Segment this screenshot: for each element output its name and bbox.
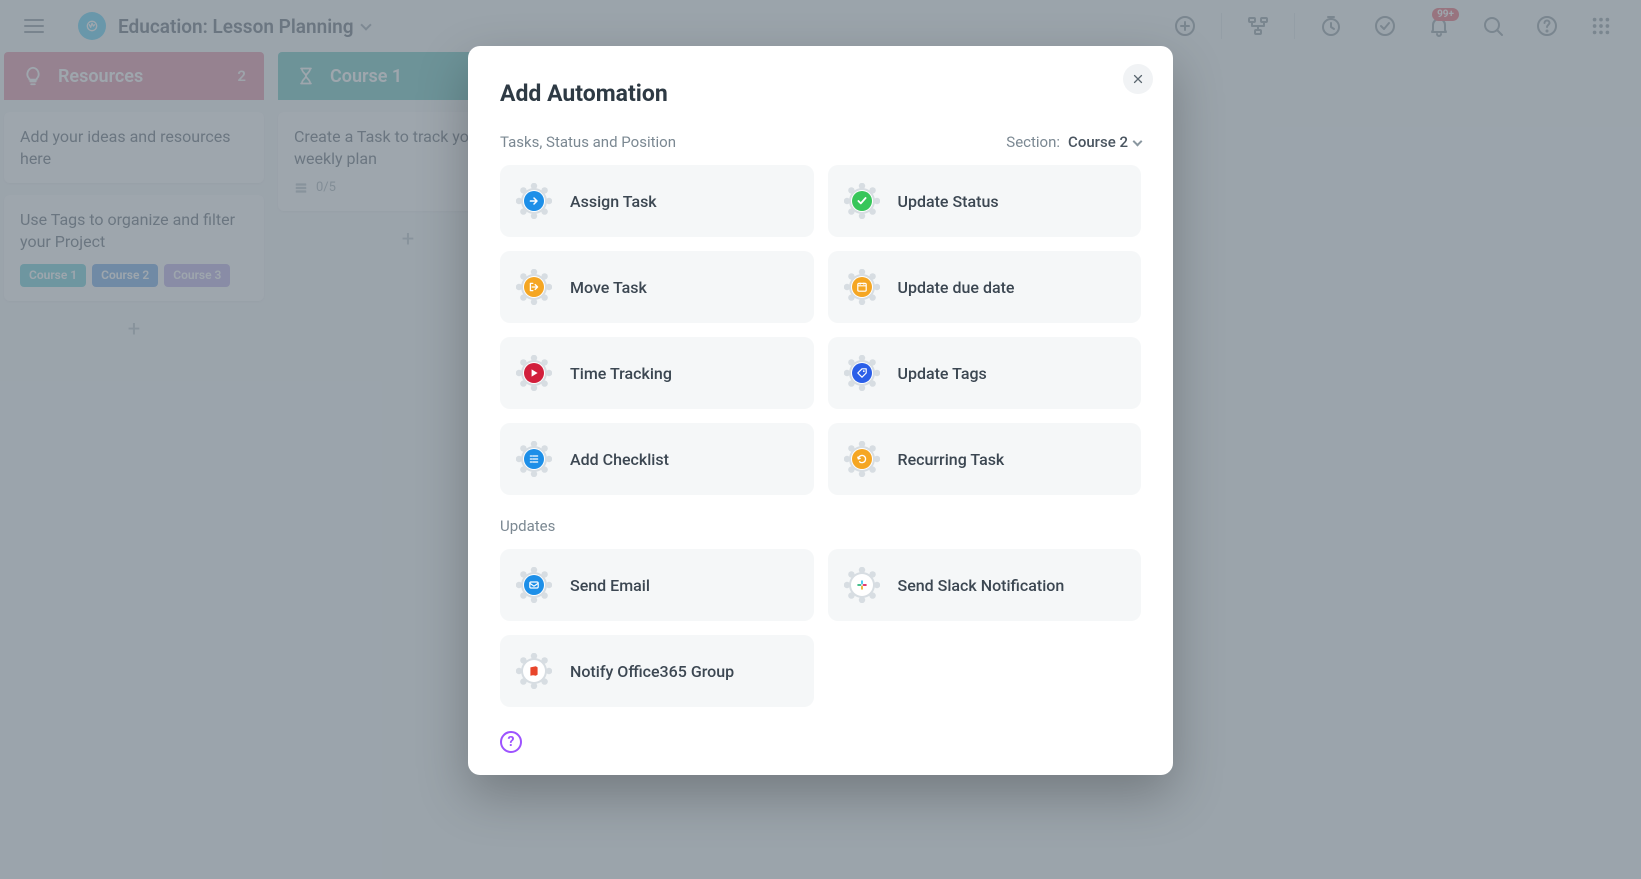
automation-option-label: Update Tags (898, 364, 987, 383)
update-tags-icon (844, 355, 880, 391)
modal-subheader: Tasks, Status and Position Section: Cour… (500, 133, 1141, 151)
automation-option-move-task[interactable]: Move Task (500, 251, 814, 323)
automation-option-update-tags[interactable]: Update Tags (828, 337, 1142, 409)
automation-options-group1: Assign Task Update Status Move Task Update … (500, 165, 1141, 495)
automation-option-label: Send Email (570, 576, 650, 595)
send-email-icon (516, 567, 552, 603)
automation-option-label: Update Status (898, 192, 999, 211)
automation-option-send-email[interactable]: Send Email (500, 549, 814, 621)
update-due-date-icon (844, 269, 880, 305)
automation-option-label: Notify Office365 Group (570, 662, 734, 681)
modal-title: Add Automation (500, 80, 1141, 107)
add-checklist-icon (516, 441, 552, 477)
automation-option-label: Update due date (898, 278, 1015, 297)
automation-option-label: Move Task (570, 278, 647, 297)
section-picker: Section: Course 2 (1006, 133, 1141, 151)
automation-option-recurring-task[interactable]: Recurring Task (828, 423, 1142, 495)
automation-option-notify-o365[interactable]: Notify Office365 Group (500, 635, 814, 707)
close-button[interactable] (1123, 64, 1153, 94)
automation-options-group2: Send Email Send Slack Notification Notify … (500, 549, 1141, 707)
automation-option-label: Recurring Task (898, 450, 1005, 469)
automation-option-label: Time Tracking (570, 364, 672, 383)
automation-option-add-checklist[interactable]: Add Checklist (500, 423, 814, 495)
send-slack-icon (844, 567, 880, 603)
notify-o365-icon (516, 653, 552, 689)
modal-overlay[interactable]: Add Automation Tasks, Status and Positio… (0, 0, 1641, 879)
chevron-down-icon (1133, 136, 1143, 146)
update-status-icon (844, 183, 880, 219)
group-label: Updates (500, 517, 1141, 535)
recurring-task-icon (844, 441, 880, 477)
group-label: Tasks, Status and Position (500, 133, 676, 151)
automation-option-label: Send Slack Notification (898, 576, 1065, 595)
help-button[interactable]: ? (500, 731, 522, 753)
move-task-icon (516, 269, 552, 305)
automation-option-update-due-date[interactable]: Update due date (828, 251, 1142, 323)
automation-option-label: Add Checklist (570, 450, 669, 469)
automation-option-label: Assign Task (570, 192, 657, 211)
close-icon (1132, 73, 1144, 85)
section-dropdown[interactable]: Course 2 (1068, 133, 1141, 151)
automation-option-assign-task[interactable]: Assign Task (500, 165, 814, 237)
automation-option-send-slack[interactable]: Send Slack Notification (828, 549, 1142, 621)
automation-option-update-status[interactable]: Update Status (828, 165, 1142, 237)
add-automation-modal: Add Automation Tasks, Status and Positio… (468, 46, 1173, 775)
assign-task-icon (516, 183, 552, 219)
automation-option-time-tracking[interactable]: Time Tracking (500, 337, 814, 409)
time-tracking-icon (516, 355, 552, 391)
section-label: Section: (1006, 133, 1060, 151)
